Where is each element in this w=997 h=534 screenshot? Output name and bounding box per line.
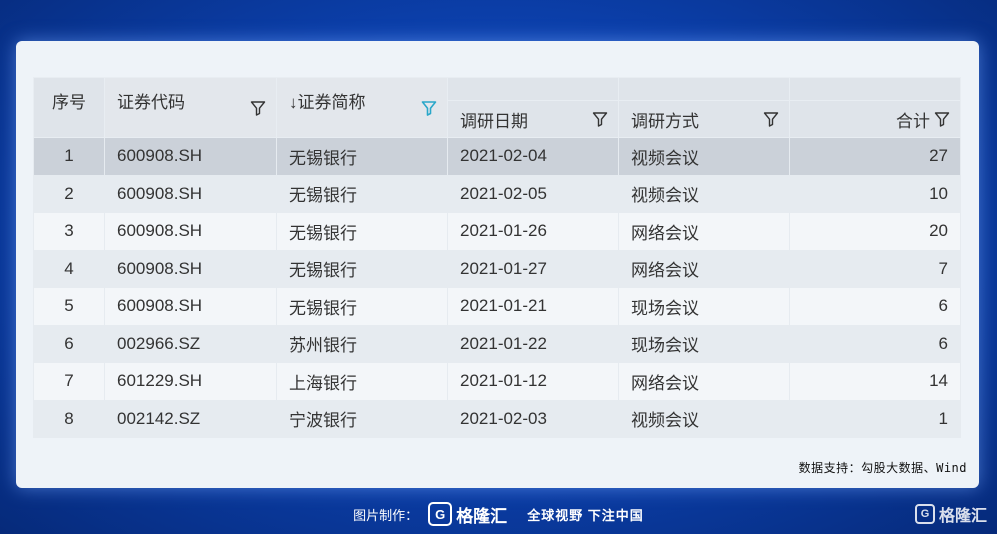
column-header-code-label: 证券代码 xyxy=(117,93,185,112)
cell-idx: 5 xyxy=(33,287,105,326)
table-row[interactable]: 7 601229.SH 上海银行 2021-01-12 网络会议 14 xyxy=(33,362,961,401)
cell-total: 20 xyxy=(789,212,961,251)
header-group-spacer xyxy=(618,77,790,101)
column-header-method[interactable]: 调研方式 xyxy=(618,100,790,138)
cell-total: 1 xyxy=(789,399,961,438)
cell-total: 10 xyxy=(789,174,961,213)
cell-name: 无锡银行 xyxy=(276,212,448,251)
column-header-idx-label: 序号 xyxy=(52,93,86,112)
table-row[interactable]: 4 600908.SH 无锡银行 2021-01-27 网络会议 7 xyxy=(33,249,961,288)
column-header-name[interactable]: ↓证券简称 xyxy=(276,77,448,138)
brand-logo-icon: G xyxy=(428,502,453,526)
cell-date: 2021-01-21 xyxy=(447,287,619,326)
filter-icon[interactable] xyxy=(592,111,608,127)
cell-total: 6 xyxy=(789,287,961,326)
cell-idx: 7 xyxy=(33,362,105,401)
cell-total: 14 xyxy=(789,362,961,401)
cell-code: 600908.SH xyxy=(104,287,277,326)
corner-brand-text: 格隆汇 xyxy=(938,508,987,525)
cell-idx: 3 xyxy=(33,212,105,251)
cell-idx: 2 xyxy=(33,174,105,213)
cell-name: 苏州银行 xyxy=(276,324,448,363)
data-table: 序号 证券代码 ↓证券简称 调研日期 调研方式 合计 1 600908.SH 无… xyxy=(33,77,961,438)
cell-name: 无锡银行 xyxy=(276,287,448,326)
filter-active-icon[interactable] xyxy=(421,100,437,116)
cell-date: 2021-01-27 xyxy=(447,249,619,288)
cell-code: 600908.SH xyxy=(104,212,277,251)
table-row[interactable]: 1 600908.SH 无锡银行 2021-02-04 视频会议 27 xyxy=(33,137,961,176)
cell-name: 宁波银行 xyxy=(276,399,448,438)
cell-idx: 4 xyxy=(33,249,105,288)
filter-icon[interactable] xyxy=(763,111,779,127)
cell-code: 600908.SH xyxy=(104,249,277,288)
cell-method: 网络会议 xyxy=(618,212,790,251)
filter-icon[interactable] xyxy=(934,111,950,127)
cell-method: 网络会议 xyxy=(618,362,790,401)
cell-code: 002966.SZ xyxy=(104,324,277,363)
cell-name: 无锡银行 xyxy=(276,174,448,213)
cell-date: 2021-01-26 xyxy=(447,212,619,251)
data-source-note: 数据支持：勾股大数据、Wind xyxy=(798,461,967,475)
column-header-idx[interactable]: 序号 xyxy=(33,77,105,138)
cell-date: 2021-02-04 xyxy=(447,137,619,176)
footer-label: 图片制作： xyxy=(353,507,419,523)
footer-logo: G 格隆汇 xyxy=(428,502,507,527)
cell-code: 600908.SH xyxy=(104,174,277,213)
column-header-total[interactable]: 合计 xyxy=(789,100,961,138)
cell-date: 2021-01-12 xyxy=(447,362,619,401)
column-header-date-label: 调研日期 xyxy=(460,111,528,131)
cell-name: 上海银行 xyxy=(276,362,448,401)
table-row[interactable]: 2 600908.SH 无锡银行 2021-02-05 视频会议 10 xyxy=(33,174,961,213)
cell-total: 7 xyxy=(789,249,961,288)
cell-method: 视频会议 xyxy=(618,137,790,176)
corner-brand: G 格隆汇 xyxy=(914,502,987,526)
cell-total: 27 xyxy=(789,137,961,176)
brand-logo-icon: G xyxy=(914,504,935,524)
cell-method: 现场会议 xyxy=(618,287,790,326)
cell-code: 601229.SH xyxy=(104,362,277,401)
column-header-method-label: 调研方式 xyxy=(631,111,699,131)
header-group-spacer xyxy=(447,77,619,101)
table-row[interactable]: 3 600908.SH 无锡银行 2021-01-26 网络会议 20 xyxy=(33,212,961,251)
cell-date: 2021-02-03 xyxy=(447,399,619,438)
cell-method: 网络会议 xyxy=(618,249,790,288)
cell-name: 无锡银行 xyxy=(276,137,448,176)
footer-slogan: 全球视野 下注中国 xyxy=(527,507,644,523)
cell-name: 无锡银行 xyxy=(276,249,448,288)
column-header-date[interactable]: 调研日期 xyxy=(447,100,619,138)
cell-idx: 1 xyxy=(33,137,105,176)
cell-idx: 8 xyxy=(33,399,105,438)
cell-idx: 6 xyxy=(33,324,105,363)
table-row[interactable]: 8 002142.SZ 宁波银行 2021-02-03 视频会议 1 xyxy=(33,399,961,438)
cell-date: 2021-01-22 xyxy=(447,324,619,363)
table-card: G 格隆汇 勾股大数据 序号 证券代码 xyxy=(16,41,979,488)
cell-method: 现场会议 xyxy=(618,324,790,363)
column-header-total-label: 合计 xyxy=(896,111,930,131)
cell-code: 002142.SZ xyxy=(104,399,277,438)
footer: 图片制作： G 格隆汇 全球视野 下注中国 xyxy=(0,497,997,531)
column-header-code[interactable]: 证券代码 xyxy=(104,77,277,138)
cell-code: 600908.SH xyxy=(104,137,277,176)
cell-total: 6 xyxy=(789,324,961,363)
table-row[interactable]: 6 002966.SZ 苏州银行 2021-01-22 现场会议 6 xyxy=(33,324,961,363)
column-header-name-label: ↓证券简称 xyxy=(289,93,366,112)
footer-logo-text: 格隆汇 xyxy=(456,506,508,526)
cell-method: 视频会议 xyxy=(618,174,790,213)
cell-date: 2021-02-05 xyxy=(447,174,619,213)
header-group-spacer xyxy=(789,77,961,101)
table-row[interactable]: 5 600908.SH 无锡银行 2021-01-21 现场会议 6 xyxy=(33,287,961,326)
cell-method: 视频会议 xyxy=(618,399,790,438)
filter-icon[interactable] xyxy=(250,100,266,116)
